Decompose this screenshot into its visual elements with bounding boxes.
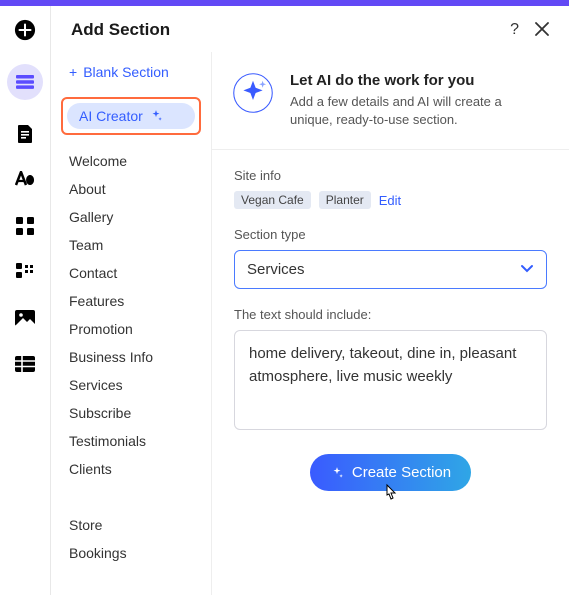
design-icon[interactable] — [13, 168, 37, 192]
sidebar-item[interactable]: Team — [57, 231, 205, 259]
sidebar-item[interactable]: Clients — [57, 455, 205, 483]
include-text-label: The text should include: — [234, 307, 547, 322]
section-type-select[interactable]: Services — [234, 250, 547, 289]
content-area: Let AI do the work for you Add a few det… — [211, 52, 569, 595]
include-text-input[interactable]: home delivery, takeout, dine in, pleasan… — [234, 330, 547, 430]
sidebar-item[interactable]: Subscribe — [57, 399, 205, 427]
site-info-tag: Planter — [319, 191, 371, 209]
site-info-edit-link[interactable]: Edit — [379, 193, 401, 208]
sidebar-item[interactable]: Services — [57, 371, 205, 399]
sidebar-item[interactable]: Features — [57, 287, 205, 315]
include-text-block: The text should include: home delivery, … — [212, 289, 569, 430]
left-toolstrip — [0, 6, 50, 595]
category-sidebar: + Blank Section AI Creator WelcomeAboutG… — [51, 52, 211, 595]
help-icon[interactable]: ? — [510, 21, 519, 39]
section-type-value: Services — [247, 261, 305, 278]
blank-section-label: Blank Section — [83, 64, 169, 80]
site-info-block: Site info Vegan Cafe Planter Edit — [212, 150, 569, 209]
sidebar-item[interactable]: Testimonials — [57, 427, 205, 455]
sections-icon[interactable] — [7, 64, 43, 100]
sidebar-item-ai-creator[interactable]: AI Creator — [67, 103, 195, 129]
add-icon[interactable] — [13, 18, 37, 42]
apps-grid-icon[interactable] — [13, 214, 37, 238]
ai-creator-label: AI Creator — [79, 108, 143, 124]
panel-header: Add Section ? — [51, 6, 569, 52]
create-section-label: Create Section — [352, 464, 451, 481]
page-icon[interactable] — [13, 122, 37, 146]
sidebar-item[interactable]: Promotion — [57, 315, 205, 343]
blank-section-link[interactable]: + Blank Section — [57, 64, 205, 94]
sparkle-icon — [149, 109, 163, 123]
site-info-label: Site info — [234, 168, 547, 183]
sidebar-item[interactable]: Store — [57, 511, 205, 539]
hero-title: Let AI do the work for you — [290, 72, 547, 89]
ai-creator-highlight: AI Creator — [61, 97, 201, 135]
sidebar-item[interactable]: Business Info — [57, 343, 205, 371]
chevron-down-icon — [520, 261, 534, 278]
plus-icon: + — [69, 64, 77, 80]
ai-hero: Let AI do the work for you Add a few det… — [212, 52, 569, 150]
panel-title: Add Section — [71, 20, 170, 40]
sidebar-item[interactable]: Bookings — [57, 539, 205, 567]
sparkle-badge-icon — [232, 72, 274, 114]
section-type-label: Section type — [234, 227, 547, 242]
cursor-pointer-icon — [381, 483, 399, 505]
sparkle-icon — [330, 466, 344, 480]
site-info-tag: Vegan Cafe — [234, 191, 311, 209]
create-section-button[interactable]: Create Section — [310, 454, 471, 491]
section-type-block: Section type Services — [212, 209, 569, 289]
sidebar-item[interactable]: Welcome — [57, 147, 205, 175]
hero-subtitle: Add a few details and AI will create a u… — [290, 93, 547, 129]
widgets-icon[interactable] — [13, 260, 37, 284]
sidebar-item[interactable]: About — [57, 175, 205, 203]
sidebar-item[interactable]: Gallery — [57, 203, 205, 231]
sidebar-item[interactable]: Contact — [57, 259, 205, 287]
data-table-icon[interactable] — [13, 352, 37, 376]
close-icon[interactable] — [535, 22, 549, 39]
media-icon[interactable] — [13, 306, 37, 330]
